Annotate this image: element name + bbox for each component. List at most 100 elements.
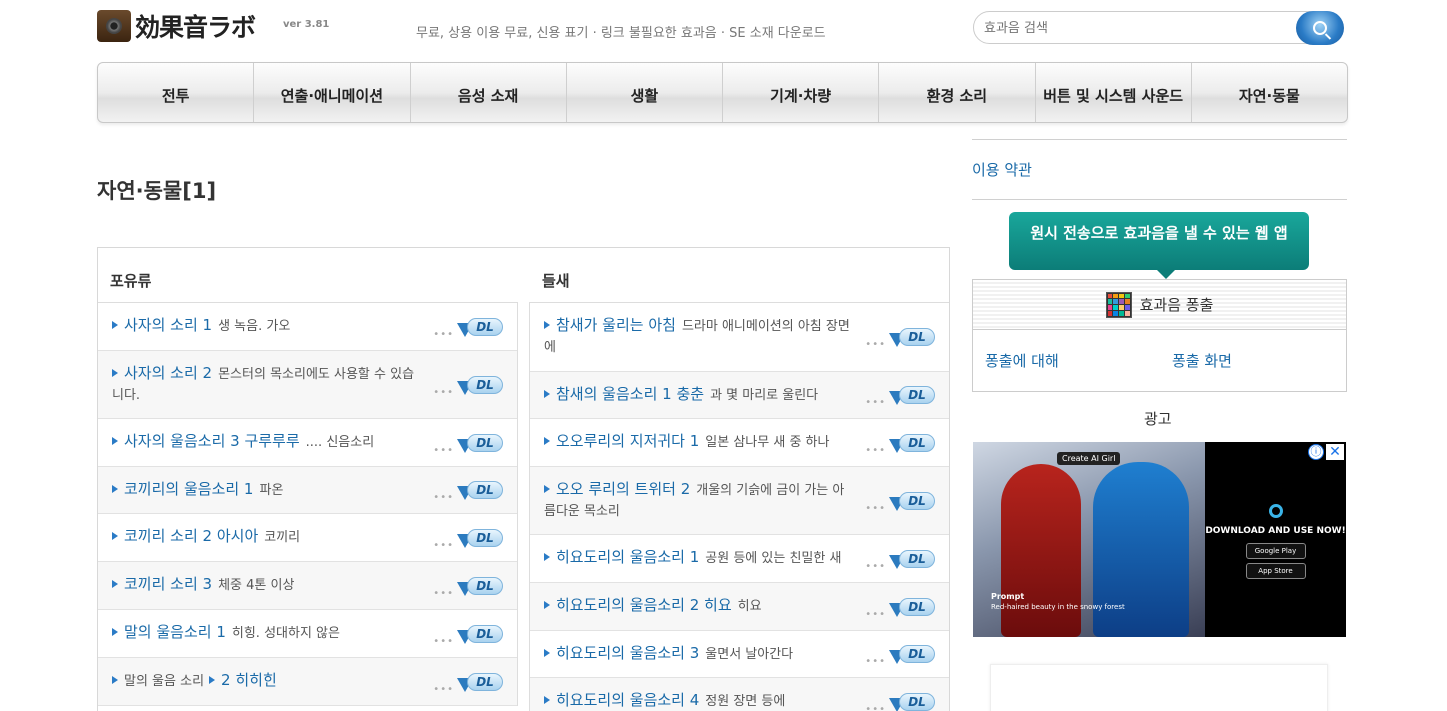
more-dots-icon[interactable]: •••: [865, 498, 886, 519]
list-item: 코끼리 소리 2 아시아 코끼리 ••• DL: [98, 514, 517, 562]
sound-title-link[interactable]: 사자의 소리 2: [124, 364, 212, 382]
about-pad-link[interactable]: 퐁출에 대해: [985, 350, 1059, 371]
nav-item-animation[interactable]: 연출·애니메이션: [254, 63, 411, 122]
download-button[interactable]: DL: [889, 595, 935, 619]
arrow-icon: [544, 485, 550, 493]
nav-item-battle[interactable]: 전투: [98, 63, 255, 122]
download-button[interactable]: DL: [889, 431, 935, 455]
sound-title-link[interactable]: 히요도리의 울음소리 2 히요: [556, 596, 732, 614]
ad-cta-panel[interactable]: DOWNLOAD AND USE NOW! Google Play App St…: [1205, 442, 1346, 637]
sound-title-link[interactable]: 코끼리 소리 3: [124, 575, 212, 593]
sound-title-link[interactable]: 오오루리의 지저귀다 1: [556, 432, 699, 450]
more-dots-icon[interactable]: •••: [433, 487, 454, 508]
download-label: DL: [899, 328, 935, 346]
more-dots-icon[interactable]: •••: [433, 631, 454, 652]
nav-item-voice[interactable]: 음성 소재: [411, 63, 567, 122]
download-button[interactable]: DL: [457, 622, 503, 646]
download-label: DL: [467, 576, 503, 595]
google-play-badge[interactable]: Google Play: [1245, 543, 1306, 559]
arrow-icon: [544, 601, 550, 609]
more-dots-icon[interactable]: •••: [865, 440, 886, 461]
download-label: DL: [899, 692, 935, 711]
more-dots-icon[interactable]: •••: [433, 583, 454, 604]
sound-title-link[interactable]: 2 히히힌: [221, 671, 277, 689]
site-tagline: 무료, 상용 이용 무료, 신용 표기 · 링크 불필요한 효과음 · SE 소…: [416, 26, 826, 41]
sound-title-link[interactable]: 히요도리의 울음소리 1: [556, 548, 699, 566]
more-dots-icon[interactable]: •••: [865, 392, 886, 413]
ad-caption-text: Red-haired beauty in the snowy forest: [991, 603, 1125, 611]
app-store-badge[interactable]: App Store: [1245, 563, 1306, 579]
more-dots-icon[interactable]: •••: [865, 556, 886, 577]
nav-item-machine[interactable]: 기계·차량: [723, 63, 880, 122]
more-dots-icon[interactable]: •••: [865, 604, 886, 625]
ad-close-icon[interactable]: ✕: [1326, 444, 1344, 460]
download-label: DL: [899, 433, 935, 452]
more-dots-icon[interactable]: •••: [865, 651, 886, 672]
more-dots-icon[interactable]: •••: [433, 679, 454, 700]
download-label: DL: [467, 672, 503, 691]
sound-description: 체중 4톤 이상: [218, 578, 295, 593]
download-button[interactable]: DL: [889, 325, 935, 349]
sound-title-link[interactable]: 말의 울음소리 1: [124, 623, 226, 641]
search-button[interactable]: [1296, 11, 1344, 45]
sound-description: 과 몇 마리로 울린다: [710, 388, 819, 403]
download-button[interactable]: DL: [457, 574, 503, 598]
list-item: 히요도리의 울음소리 3 울면서 날아간다 ••• DL: [530, 631, 949, 678]
download-button[interactable]: DL: [457, 526, 503, 550]
arrow-icon: [112, 321, 118, 329]
download-button[interactable]: DL: [889, 642, 935, 666]
list-item: 히요도리의 울음소리 1 공원 등에 있는 친밀한 새 ••• DL: [530, 535, 949, 583]
advertisement[interactable]: Create AI Girl Prompt Red-haired beauty …: [973, 442, 1346, 637]
list-item: 오오 루리의 트위터 2 개울의 기슭에 금이 가는 아름다운 목소리 ••• D…: [530, 467, 949, 535]
sound-title-link[interactable]: 사자의 소리 1: [124, 316, 212, 334]
ad-image[interactable]: Create AI Girl Prompt Red-haired beauty …: [973, 442, 1205, 637]
download-button[interactable]: DL: [889, 547, 935, 571]
arrow-icon: [112, 437, 118, 445]
sound-title-link[interactable]: 히요도리의 울음소리 4: [556, 691, 699, 709]
more-dots-icon[interactable]: •••: [433, 440, 454, 461]
sound-description: 히요: [737, 599, 762, 614]
download-button[interactable]: DL: [889, 690, 935, 711]
download-label: DL: [467, 433, 503, 452]
arrow-icon: [209, 676, 216, 684]
sound-title-link[interactable]: 참새가 울리는 아침: [556, 316, 676, 334]
nav-item-nature-animal[interactable]: 자연·동물: [1192, 63, 1347, 122]
download-button[interactable]: DL: [457, 670, 503, 694]
download-button[interactable]: DL: [889, 489, 935, 513]
arrow-icon: [544, 553, 550, 561]
nav-item-environment[interactable]: 환경 소리: [879, 63, 1036, 122]
arrow-icon: [112, 580, 118, 588]
nav-item-system-sound[interactable]: 버튼 및 시스템 사운드: [1036, 63, 1192, 122]
download-button[interactable]: DL: [457, 478, 503, 502]
version-label: ver 3.81: [283, 19, 330, 30]
list-item: 말의 울음 소리 2 히히힌 ••• DL: [98, 658, 517, 706]
sound-title-link[interactable]: 코끼리 소리 2 아시아: [124, 527, 258, 545]
more-dots-icon[interactable]: •••: [433, 324, 454, 345]
sound-title-link[interactable]: 사자의 울음소리 3 구루루루: [124, 432, 300, 450]
pad-screen-link[interactable]: 퐁출 화면: [1172, 350, 1232, 371]
sound-description: 공원 등에 있는 친밀한 새: [705, 551, 842, 566]
list-item: 히요도리의 울음소리 4 정원 장면 등에 ••• DL: [530, 678, 949, 711]
search-input[interactable]: [984, 18, 1284, 38]
download-button[interactable]: DL: [457, 315, 503, 339]
download-button[interactable]: DL: [457, 431, 503, 455]
more-dots-icon[interactable]: •••: [433, 535, 454, 556]
app-logo-icon: [1268, 504, 1283, 518]
sound-title-link[interactable]: 참새의 울음소리 1 충춘: [556, 385, 704, 403]
nav-item-life[interactable]: 생활: [567, 63, 723, 122]
sound-title-link[interactable]: 오오 루리의 트위터 2: [556, 480, 690, 498]
terms-link[interactable]: 이용 약관: [972, 159, 1032, 180]
download-button[interactable]: DL: [457, 373, 503, 397]
site-logo[interactable]: 効果音ラボ: [97, 8, 256, 44]
ad-info-icon[interactable]: ⓘ: [1308, 444, 1324, 460]
more-dots-icon[interactable]: •••: [433, 382, 454, 403]
promo-banner[interactable]: 원시 전송으로 효과음을 낼 수 있는 웹 앱: [1009, 212, 1309, 279]
sound-title-link[interactable]: 히요도리의 울음소리 3: [556, 644, 699, 662]
more-dots-icon[interactable]: •••: [865, 699, 886, 711]
download-button[interactable]: DL: [889, 383, 935, 407]
sound-description: 일본 삼나무 새 중 하나: [705, 435, 830, 450]
more-dots-icon[interactable]: •••: [865, 334, 886, 355]
ad-tag: Create AI Girl: [1057, 452, 1121, 465]
sound-title-link[interactable]: 코끼리의 울음소리 1: [124, 480, 253, 498]
ad-cta-text[interactable]: DOWNLOAD AND USE NOW!: [1205, 526, 1345, 536]
